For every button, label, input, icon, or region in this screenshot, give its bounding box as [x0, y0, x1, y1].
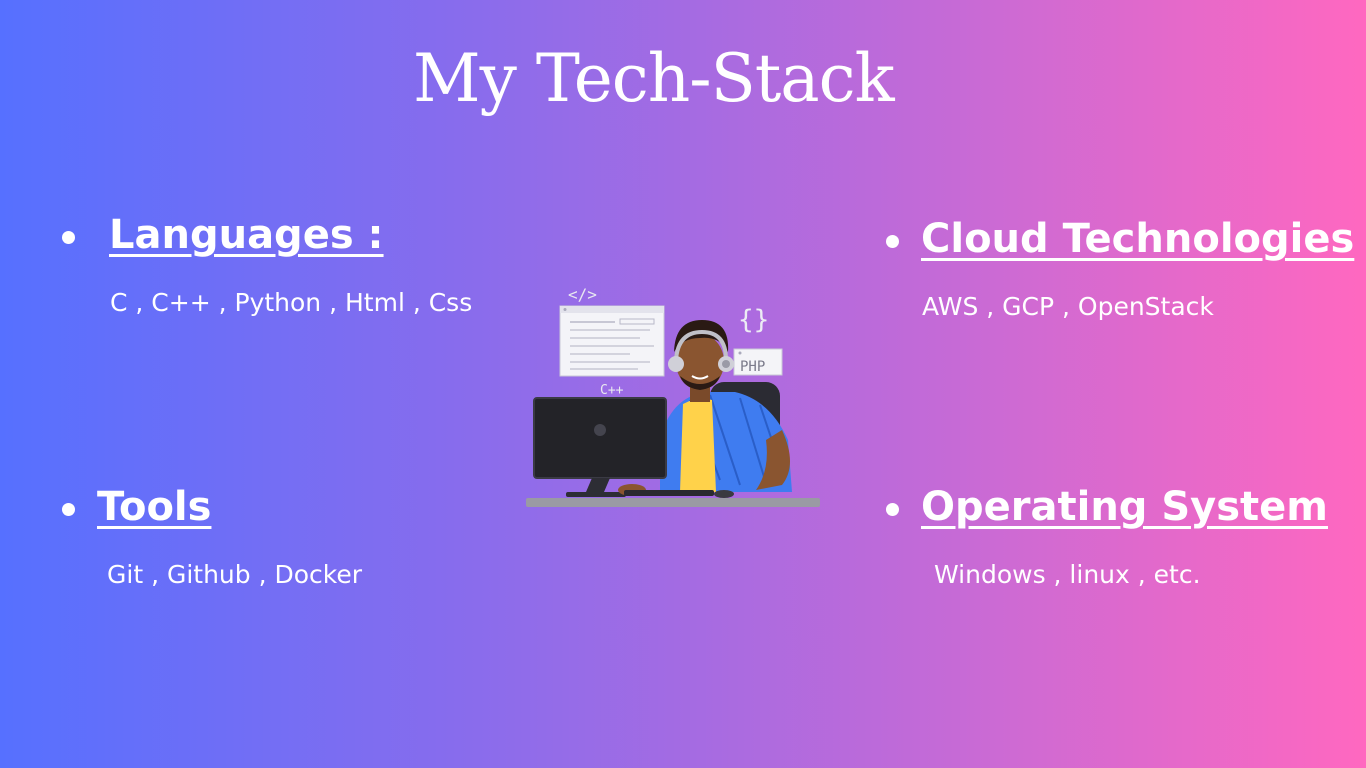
- os-heading: Operating System: [921, 484, 1328, 530]
- tools-heading: Tools: [97, 484, 212, 530]
- monitor-icon: [533, 397, 667, 497]
- php-label: PHP: [740, 359, 765, 375]
- languages-heading: Languages :: [109, 212, 384, 258]
- bullet-icon: [886, 235, 899, 248]
- developer-illustration: </> C++ {} PHP: [526, 285, 820, 507]
- code-tag-label: </>: [568, 285, 597, 304]
- bullet-icon: [886, 503, 899, 516]
- cpp-label: C++: [600, 383, 624, 398]
- bullet-icon: [62, 231, 75, 244]
- tools-list: Git , Github , Docker: [107, 560, 363, 589]
- code-window-icon: [559, 305, 665, 377]
- php-tag-icon: PHP: [733, 348, 783, 376]
- cloud-list: AWS , GCP , OpenStack: [922, 292, 1214, 321]
- os-list: Windows , linux , etc.: [934, 560, 1201, 589]
- bullet-icon: [62, 503, 75, 516]
- braces-label: {}: [738, 305, 769, 335]
- page-title: My Tech-Stack: [413, 40, 895, 117]
- cloud-heading: Cloud Technologies: [921, 216, 1355, 262]
- languages-list: C , C++ , Python , Html , Css: [110, 288, 473, 317]
